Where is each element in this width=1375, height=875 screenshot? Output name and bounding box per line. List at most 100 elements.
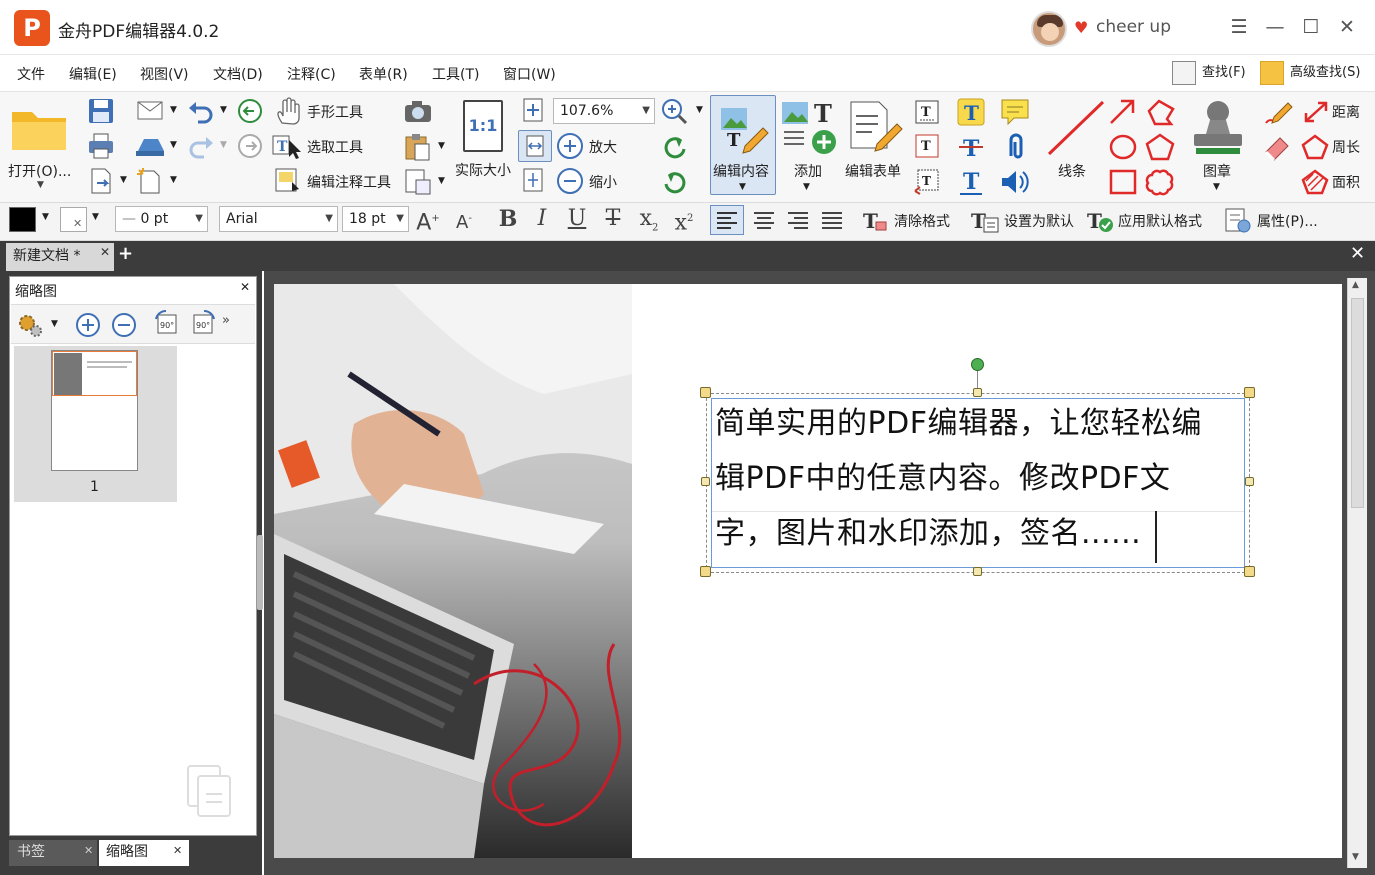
- page-thumbnail[interactable]: [51, 350, 138, 471]
- menu-window[interactable]: 窗口(W): [503, 64, 556, 84]
- text-color-dropdown-icon[interactable]: ▼: [42, 212, 49, 222]
- resize-handle-top[interactable]: [973, 388, 982, 397]
- select-tool-icon[interactable]: T: [271, 132, 303, 160]
- perimeter-button[interactable]: 周长: [1332, 137, 1360, 157]
- cloud-shape-icon[interactable]: [1143, 167, 1177, 197]
- thumbnail-settings-gear-icon[interactable]: [16, 311, 46, 339]
- align-center-icon[interactable]: [748, 206, 780, 234]
- tab-close-icon[interactable]: ✕: [100, 245, 110, 259]
- pencil-icon[interactable]: [1262, 97, 1294, 127]
- set-default-button[interactable]: 设置为默认: [1004, 211, 1074, 231]
- strikethrough-button[interactable]: T: [599, 206, 627, 232]
- menu-tools[interactable]: 工具(T): [432, 64, 479, 84]
- align-justify-icon[interactable]: [816, 206, 848, 234]
- underline-text-icon[interactable]: T: [956, 167, 986, 197]
- resize-handle-bottom-right[interactable]: [1244, 566, 1255, 577]
- scrollbar-thumb[interactable]: [1351, 298, 1364, 508]
- zoom-level-select[interactable]: 107.6% ▼: [553, 98, 655, 124]
- resize-handle-right[interactable]: [1245, 477, 1254, 486]
- maximize-button[interactable]: ☐: [1298, 14, 1324, 40]
- menu-view[interactable]: 视图(V): [140, 64, 189, 84]
- subscript-button[interactable]: x2: [635, 206, 663, 241]
- ellipse-shape-icon[interactable]: [1107, 132, 1139, 162]
- settings-dropdown-icon[interactable]: ▼: [51, 319, 58, 329]
- zoom-in-icon[interactable]: [556, 132, 584, 160]
- panel-close-icon[interactable]: ✕: [240, 280, 250, 294]
- decrease-font-icon[interactable]: A-: [450, 206, 478, 236]
- stamp-button[interactable]: 图章 ▼: [1184, 96, 1250, 194]
- email-icon[interactable]: [136, 98, 166, 124]
- distance-button[interactable]: 距离: [1332, 102, 1360, 122]
- scroll-down-icon[interactable]: ▼: [1352, 852, 1359, 862]
- new-tab-icon[interactable]: +: [118, 243, 133, 264]
- zoom-out-button[interactable]: 缩小: [589, 172, 617, 192]
- resize-handle-top-right[interactable]: [1244, 387, 1255, 398]
- hand-tool-button[interactable]: 手形工具: [307, 102, 363, 122]
- minimize-button[interactable]: —: [1262, 14, 1288, 40]
- superscript-button[interactable]: x2: [670, 206, 698, 236]
- save-icon[interactable]: [87, 97, 115, 125]
- text-color-swatch[interactable]: [9, 207, 36, 232]
- attachment-icon[interactable]: [1001, 132, 1029, 162]
- line-button[interactable]: 线条: [1041, 96, 1109, 194]
- text-field-icon[interactable]: T: [913, 98, 943, 126]
- document-tab[interactable]: 新建文档 *: [6, 243, 114, 271]
- rotate-handle[interactable]: [971, 358, 984, 371]
- paste-icon[interactable]: [403, 132, 433, 162]
- export-dropdown-icon[interactable]: ▼: [120, 175, 127, 185]
- thumbnail-tab-close-icon[interactable]: ✕: [173, 844, 182, 857]
- font-family-select[interactable]: Arial ▼: [219, 206, 338, 232]
- scan-dropdown-icon[interactable]: ▼: [170, 140, 177, 150]
- window-menu-button[interactable]: ☰: [1226, 14, 1252, 40]
- user-avatar[interactable]: [1031, 11, 1067, 47]
- close-document-icon[interactable]: ✕: [1350, 243, 1365, 264]
- more-options-icon[interactable]: »: [222, 313, 230, 328]
- enlarge-thumbnail-icon[interactable]: [74, 311, 102, 339]
- distance-icon[interactable]: [1302, 99, 1330, 125]
- new-dropdown-icon[interactable]: ▼: [170, 175, 177, 185]
- panel-splitter-handle[interactable]: [257, 535, 263, 610]
- menu-file[interactable]: 文件: [17, 64, 45, 84]
- bookmark-tab-close-icon[interactable]: ✕: [84, 844, 93, 857]
- polygon-shape-icon[interactable]: [1143, 132, 1177, 162]
- user-name[interactable]: cheer up: [1096, 17, 1171, 37]
- perimeter-icon[interactable]: [1300, 133, 1330, 161]
- rotate-page-left-icon[interactable]: 90°: [152, 309, 182, 339]
- text-box-icon[interactable]: T: [913, 132, 943, 160]
- properties-button[interactable]: 属性(P)...: [1257, 211, 1318, 231]
- rotate-page-right-icon[interactable]: 90°: [188, 309, 218, 339]
- fit-width-button[interactable]: [518, 130, 552, 162]
- edit-content-button[interactable]: T 编辑内容 ▼: [710, 95, 776, 195]
- eraser-icon[interactable]: [1262, 132, 1294, 162]
- editable-text-block[interactable]: 简单实用的PDF编辑器，让您轻松编 辑PDF中的任意内容。修改PDF文 字，图片…: [715, 396, 1247, 561]
- email-dropdown-icon[interactable]: ▼: [170, 105, 177, 115]
- font-size-select[interactable]: 18 pt ▼: [342, 206, 409, 232]
- typewriter-icon[interactable]: T: [913, 167, 943, 195]
- increase-font-icon[interactable]: A+: [414, 206, 442, 236]
- zoom-out-icon[interactable]: [556, 167, 584, 195]
- fit-visible-icon[interactable]: [521, 167, 547, 193]
- resize-handle-bottom-left[interactable]: [700, 566, 711, 577]
- print-icon[interactable]: [87, 132, 115, 160]
- area-button[interactable]: 面积: [1332, 172, 1360, 192]
- vertical-scrollbar[interactable]: ▲ ▼: [1347, 278, 1367, 868]
- previous-view-icon[interactable]: [236, 98, 264, 124]
- line-width-select[interactable]: — 0 pt ▼: [115, 206, 208, 232]
- scroll-up-icon[interactable]: ▲: [1352, 280, 1359, 290]
- close-button[interactable]: ✕: [1334, 14, 1360, 40]
- undo-icon[interactable]: [186, 98, 216, 124]
- edit-form-button[interactable]: 编辑表单: [843, 96, 907, 194]
- polyline-shape-icon[interactable]: [1143, 97, 1177, 127]
- align-left-button[interactable]: [710, 205, 744, 235]
- menu-form[interactable]: 表单(R): [359, 64, 408, 84]
- edit-annotation-tool-icon[interactable]: [272, 167, 302, 195]
- rotate-right-icon[interactable]: [661, 168, 689, 196]
- bold-button[interactable]: B: [494, 206, 522, 232]
- undo-dropdown-icon[interactable]: ▼: [220, 105, 227, 115]
- note-comment-icon[interactable]: [999, 97, 1031, 127]
- fill-color-dropdown-icon[interactable]: ▼: [92, 212, 99, 222]
- clear-format-button[interactable]: 清除格式: [894, 211, 950, 231]
- menu-comment[interactable]: 注释(C): [287, 64, 336, 84]
- find-button[interactable]: 查找(F): [1170, 58, 1246, 88]
- add-button[interactable]: T 添加 ▼: [778, 96, 840, 194]
